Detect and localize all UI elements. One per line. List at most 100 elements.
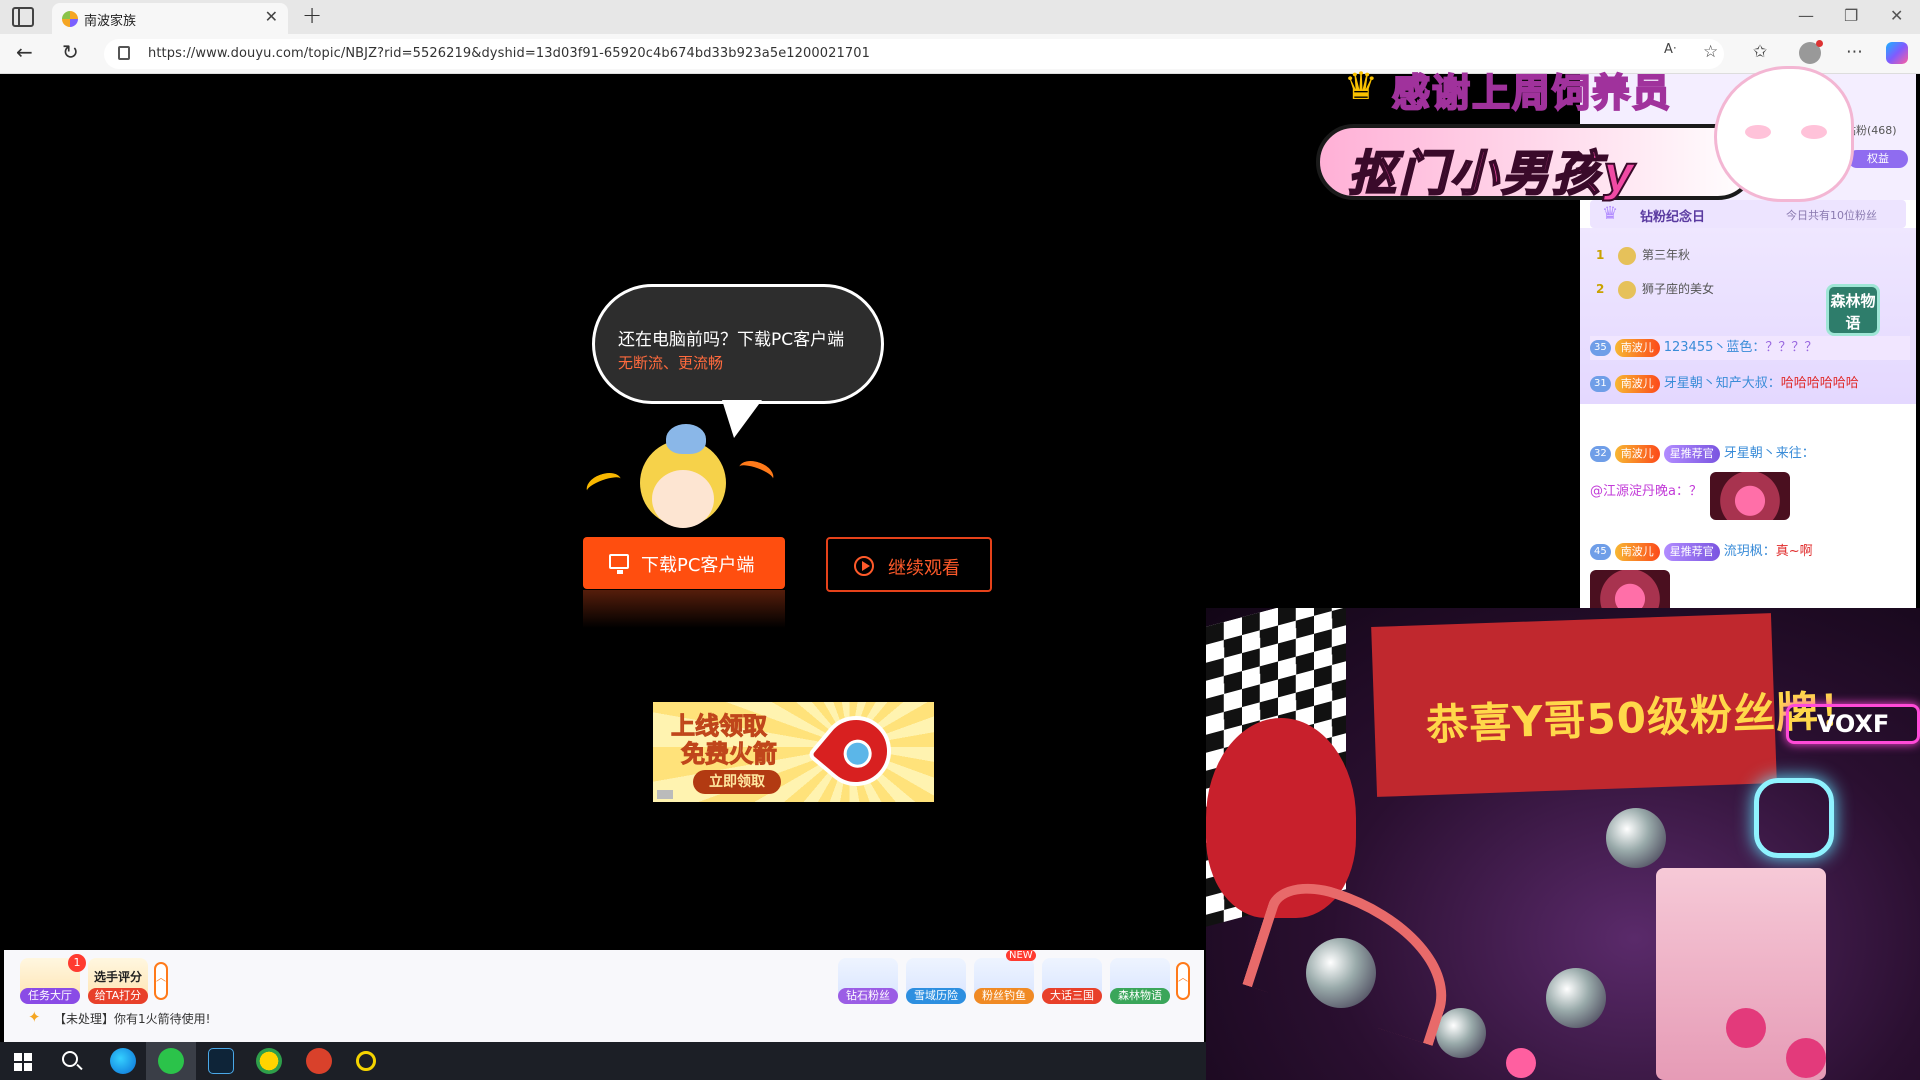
ad-headline-2: 免费火箭 (681, 740, 778, 769)
expand-right-chevron-icon[interactable]: ︿ (1176, 962, 1190, 1000)
chat-text: 哈哈哈哈哈哈 (1780, 376, 1859, 391)
streamer-camera-feed: 恭喜Y哥50级粉丝牌！ VOXF (1206, 608, 1920, 1080)
chat-sticker-image (1590, 570, 1670, 608)
read-aloud-icon[interactable]: Aᐧ (1664, 42, 1676, 57)
star-recommender-badge: 星推荐官 (1663, 444, 1720, 463)
activity-bar: 任务大厅 1 选手评分 给TA打分 ︿ 钻石粉丝 雪域历险 粉丝钓鱼 NEW 大… (4, 950, 1204, 1042)
rocket-notice-text[interactable]: 【未处理】你有1火箭待使用! (54, 1010, 210, 1027)
chat-message[interactable]: 31 南波儿 牙星朝丶知产大叔：哈哈哈哈哈哈 (1590, 372, 1910, 396)
disco-ball (1546, 968, 1606, 1028)
download-button-reflection (583, 590, 785, 628)
forest-story-badge[interactable]: 森林物语 (1826, 284, 1880, 336)
chat-username[interactable]: 牙星朝丶来往： (1724, 446, 1815, 461)
fan-fishing-label: 粉丝钓鱼 (974, 988, 1034, 1004)
forest-story-icon[interactable]: 森林物语 (1110, 958, 1170, 1004)
rocket-icon (806, 702, 906, 801)
rank-row[interactable]: 2 狮子座的美女 (1596, 280, 1714, 299)
chat-sticker-image (1710, 472, 1790, 520)
user-level-badge: 31 (1590, 375, 1611, 392)
free-rocket-ad-banner[interactable]: 上线领取 免费火箭 立即领取 (653, 702, 934, 802)
fan-badge: 南波儿 (1614, 542, 1660, 561)
user-level-badge: 45 (1590, 543, 1611, 560)
download-button-label: 下载PC客户端 (641, 555, 755, 576)
chat-message[interactable]: 35 南波儿 123455丶蓝色：？？？？ (1590, 336, 1910, 360)
play-circle-icon (854, 556, 874, 576)
chat-mention-text[interactable]: @江源淀丹晚a：？ (1590, 484, 1702, 499)
close-window-icon[interactable]: ✕ (1890, 6, 1903, 25)
overlay-title: 感谢上周饲养员 (1391, 70, 1673, 116)
player-rating-label: 给TA打分 (88, 988, 148, 1004)
site-info-lock-icon[interactable] (118, 46, 130, 60)
chat-username[interactable]: 牙星朝丶知产大叔： (1664, 376, 1781, 391)
chat-username[interactable]: 123455丶蓝色： (1664, 340, 1766, 355)
fan-badge: 南波儿 (1614, 374, 1660, 393)
edge-browser-icon[interactable] (110, 1048, 136, 1074)
player-rating-icon[interactable]: 选手评分 给TA打分 (88, 958, 148, 1004)
fan-badge: 南波儿 (1614, 444, 1660, 463)
app-yellow-green-icon[interactable] (256, 1048, 282, 1074)
app-ring-icon[interactable] (356, 1051, 376, 1071)
mascot-hat (666, 424, 706, 454)
high-heel-decoration (1242, 870, 1470, 1046)
neon-sign: VOXF (1786, 704, 1920, 744)
cloud-prompt-text: 还在电脑前吗？下载PC客户端 (618, 330, 845, 350)
copilot-icon[interactable] (1886, 42, 1908, 64)
fan-badge: 南波儿 (1614, 338, 1660, 357)
download-pc-client-button[interactable]: 下载PC客户端 (583, 537, 785, 589)
weekly-feeder-overlay: ♛ 感谢上周饲养员 抠门小男孩y (1316, 58, 1876, 206)
user-level-badge: 32 (1590, 445, 1611, 462)
rank-medal-icon (1618, 280, 1636, 299)
crown-icon: ♛ (1602, 203, 1619, 224)
chat-message[interactable]: 45 南波儿 星推荐官 流玥枫：真~啊 (1590, 540, 1910, 564)
monitor-icon (609, 554, 629, 574)
chat-text: 真~啊 (1775, 544, 1813, 559)
three-kingdoms-icon[interactable]: 大话三国 (1042, 958, 1102, 1004)
snow-adventure-label: 雪域历险 (906, 988, 966, 1004)
pink-ball (1786, 1038, 1826, 1078)
rank-user-name: 狮子座的美女 (1642, 282, 1715, 296)
crown-icon: ♛ (1344, 64, 1379, 108)
overlay-mascot (1714, 66, 1854, 202)
stream-tool-icon[interactable] (208, 1048, 234, 1074)
back-arrow-icon[interactable]: ← (16, 40, 33, 64)
new-tab-button[interactable]: + (302, 1, 322, 29)
anniversary-title: 钻粉纪念日 (1640, 210, 1706, 225)
anniversary-note: 今日共有10位粉丝 (1786, 209, 1877, 222)
douyu-favicon-icon (62, 11, 78, 27)
cloud-subtitle-text: 无断流、更流畅 (618, 354, 724, 372)
expand-left-chevron-icon[interactable]: ︿ (154, 962, 168, 1000)
rank-row[interactable]: 1 第三年秋 (1596, 246, 1690, 265)
ad-tag (657, 790, 673, 799)
browser-tab-active[interactable]: 南波家族 ✕ (52, 3, 288, 34)
tab-title: 南波家族 (84, 14, 137, 29)
snow-adventure-icon[interactable]: 雪域历险 (906, 958, 966, 1004)
tab-close-icon[interactable]: ✕ (265, 7, 278, 26)
task-hall-label: 任务大厅 (20, 988, 80, 1004)
refresh-icon[interactable]: ↻ (62, 40, 79, 64)
pink-ball (1726, 1008, 1766, 1048)
tab-actions-icon[interactable] (12, 7, 34, 27)
new-badge: NEW (1006, 950, 1036, 961)
windows-taskbar (0, 1042, 1210, 1080)
chat-text: ？？？？ (1765, 340, 1818, 355)
windows-start-icon[interactable] (14, 1053, 32, 1071)
rank-medal-icon (1618, 246, 1636, 265)
user-level-badge: 35 (1590, 339, 1611, 356)
fan-fishing-icon[interactable]: 粉丝钓鱼 (974, 958, 1034, 1004)
wechat-icon[interactable] (158, 1048, 184, 1074)
disco-ball (1436, 1008, 1486, 1058)
restore-window-icon[interactable]: ❐ (1844, 6, 1858, 25)
diamond-fan-icon[interactable]: 钻石粉丝 (838, 958, 898, 1004)
rank-user-name: 第三年秋 (1642, 248, 1691, 262)
overlay-supporter-name: 抠门小男孩y (1347, 145, 1638, 203)
continue-button-label: 继续观看 (888, 558, 960, 579)
chat-username[interactable]: 流玥枫： (1724, 544, 1776, 559)
star-recommender-badge: 星推荐官 (1663, 542, 1720, 561)
three-kingdoms-label: 大话三国 (1042, 988, 1102, 1004)
claim-now-button[interactable]: 立即领取 (693, 770, 781, 794)
disco-ball (1606, 808, 1666, 868)
continue-watching-button[interactable]: 继续观看 (826, 537, 992, 592)
taskbar-search-icon[interactable] (62, 1051, 78, 1067)
minimize-window-icon[interactable]: — (1798, 6, 1814, 25)
app-red-icon[interactable] (306, 1048, 332, 1074)
